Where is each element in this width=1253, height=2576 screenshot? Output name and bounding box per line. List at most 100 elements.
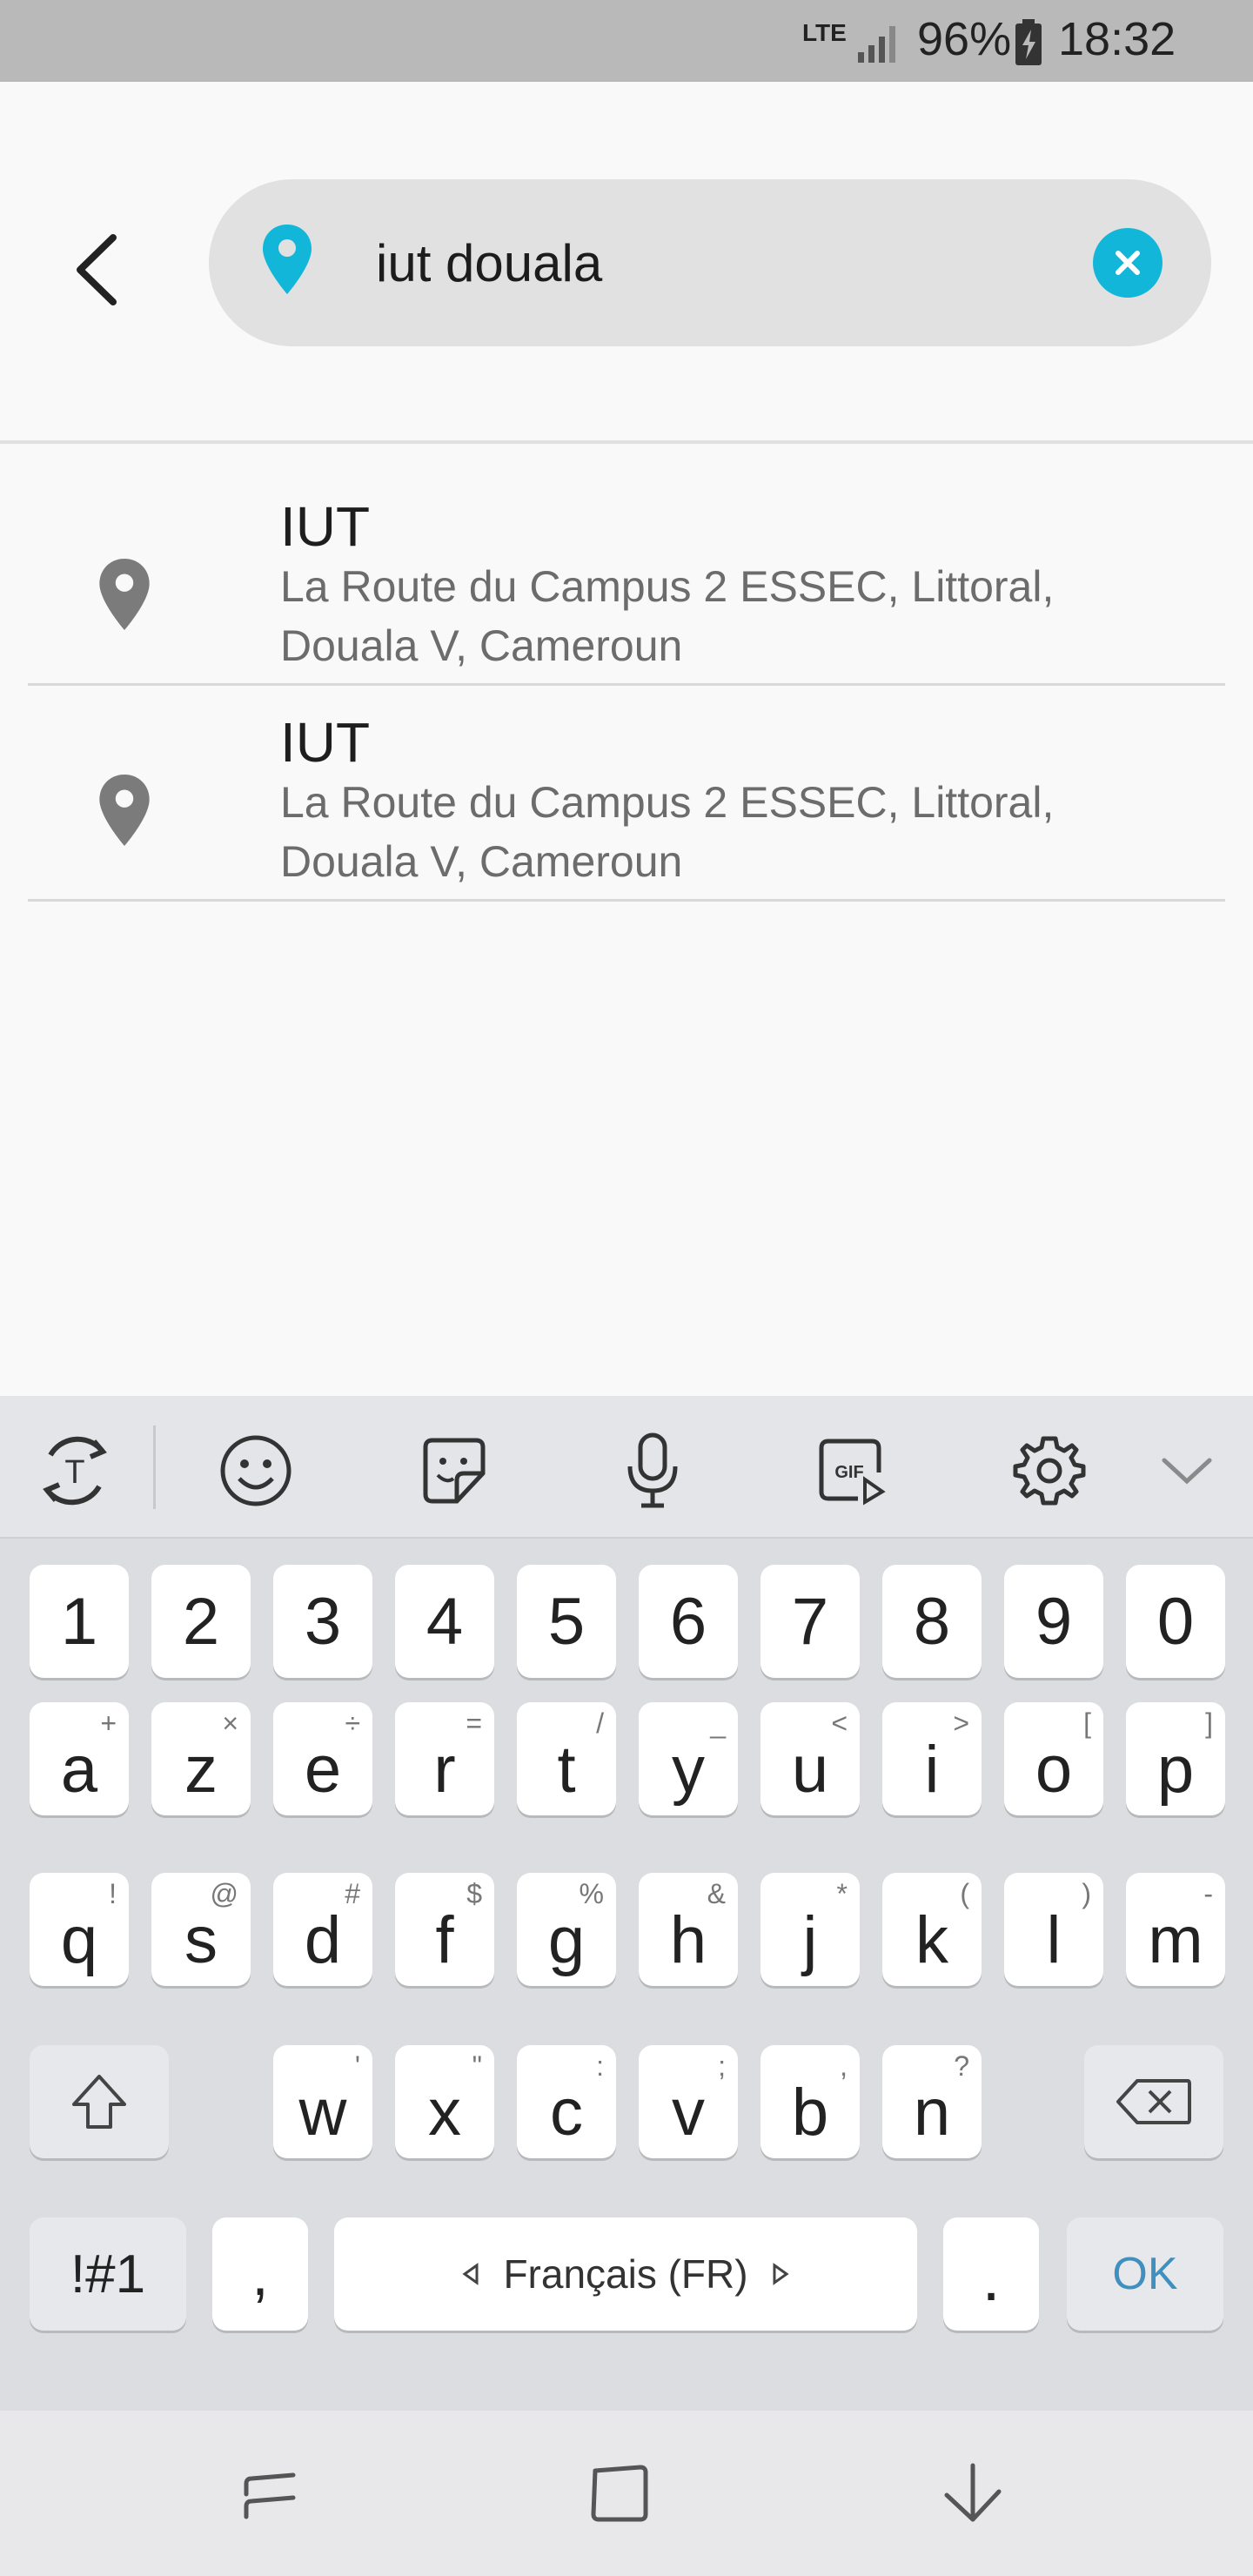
key-n[interactable]: ? n	[882, 2045, 982, 2158]
key-label: r	[433, 1732, 456, 1807]
emoji-icon	[220, 1435, 291, 1506]
key-label: w	[298, 2075, 347, 2150]
result-item[interactable]: IUT La Route du Campus 2 ESSEC, Littoral…	[28, 686, 1225, 902]
sticker-icon	[423, 1438, 486, 1504]
clock: 18:32	[1058, 13, 1176, 65]
key-y[interactable]: _ y	[639, 1702, 738, 1815]
translate-icon: T	[43, 1436, 107, 1506]
key-0[interactable]: 0	[1126, 1565, 1225, 1678]
key-o[interactable]: [o	[1004, 1702, 1103, 1815]
key-g[interactable]: % g	[517, 1873, 616, 1986]
result-title: IUT	[280, 711, 371, 774]
key-8[interactable]: 8	[882, 1565, 982, 1678]
key-t[interactable]: / t	[517, 1702, 616, 1815]
search-bar[interactable]	[209, 179, 1211, 346]
key-label: 5	[547, 1584, 586, 1659]
key-6[interactable]: 6	[639, 1565, 738, 1678]
key-secondary-label: *	[836, 1878, 848, 1909]
backspace-key[interactable]	[1084, 2045, 1223, 2158]
key-9[interactable]: 9	[1004, 1565, 1103, 1678]
emoji-button[interactable]	[212, 1427, 299, 1514]
key-x[interactable]: " x	[395, 2045, 494, 2158]
key-label: 9	[1035, 1584, 1073, 1659]
result-address: La Route du Campus 2 ESSEC, Littoral, Do…	[280, 557, 1185, 675]
key-u[interactable]: < u	[761, 1702, 860, 1815]
settings-button[interactable]	[1006, 1427, 1093, 1514]
key-label: m	[1148, 1902, 1203, 1977]
period-key[interactable]: .	[943, 2217, 1039, 2331]
collapse-keyboard-button[interactable]	[1143, 1427, 1230, 1514]
key-label: k	[915, 1902, 948, 1977]
key-l[interactable]: ) l	[1004, 1873, 1103, 1986]
translate-button[interactable]: T	[31, 1427, 118, 1514]
key-e[interactable]: ÷ e	[273, 1702, 372, 1815]
key-h[interactable]: & h	[639, 1873, 738, 1986]
key-label: j	[802, 1902, 818, 1977]
result-item[interactable]: IUT La Route du Campus 2 ESSEC, Littoral…	[28, 470, 1225, 686]
key-label: h	[669, 1902, 707, 1977]
key-s[interactable]: @ s	[151, 1873, 251, 1986]
back-nav-button[interactable]	[919, 2445, 1023, 2541]
key-j[interactable]: * j	[761, 1873, 860, 1986]
home-button[interactable]	[567, 2445, 672, 2541]
result-address-line1: La Route du Campus 2 ESSEC, Littoral,	[280, 562, 1055, 611]
key-secondary-label: ]	[1205, 1707, 1213, 1739]
key-5[interactable]: 5	[517, 1565, 616, 1678]
location-pin-icon	[99, 559, 150, 630]
key-label: t	[557, 1732, 576, 1807]
key-k[interactable]: (k	[882, 1873, 982, 1986]
sticker-button[interactable]	[411, 1427, 498, 1514]
key-label: d	[304, 1902, 342, 1977]
key-p[interactable]: ] p	[1126, 1702, 1225, 1815]
key-d[interactable]: # d	[273, 1873, 372, 1986]
search-input[interactable]	[376, 230, 1072, 296]
shift-icon	[72, 2075, 126, 2129]
recents-button[interactable]	[218, 2445, 322, 2541]
key-secondary-label: $	[466, 1878, 482, 1909]
key-f[interactable]: $ f	[395, 1873, 494, 1986]
key-label: 7	[791, 1584, 829, 1659]
key-1[interactable]: 1	[30, 1565, 129, 1678]
key-v[interactable]: ; v	[639, 2045, 738, 2158]
key-b[interactable]: ,b	[761, 2045, 860, 2158]
key-label: o	[1035, 1732, 1073, 1807]
ok-key[interactable]: OK	[1067, 2217, 1223, 2331]
key-m[interactable]: -m	[1126, 1873, 1225, 1986]
space-key[interactable]: Français (FR)	[334, 2217, 917, 2331]
key-label: y	[672, 1732, 705, 1807]
key-label: s	[184, 1902, 218, 1977]
clear-button[interactable]	[1093, 228, 1163, 298]
key-label: e	[304, 1732, 342, 1807]
location-pin-icon	[99, 775, 150, 846]
key-i[interactable]: > i	[882, 1702, 982, 1815]
shift-key[interactable]	[30, 2045, 169, 2158]
key-label: b	[791, 2075, 829, 2150]
key-q[interactable]: ! q	[30, 1873, 129, 1986]
collapse-icon	[1162, 1458, 1212, 1485]
keyboard-toolbar: T GIF	[0, 1396, 1253, 1539]
key-r[interactable]: = r	[395, 1702, 494, 1815]
key-c[interactable]: :c	[517, 2045, 616, 2158]
key-label: ,	[251, 2240, 269, 2308]
key-7[interactable]: 7	[761, 1565, 860, 1678]
back-button[interactable]	[52, 218, 139, 322]
battery-percent: 96%	[917, 13, 1012, 65]
key-z[interactable]: × z	[151, 1702, 251, 1815]
key-a[interactable]: + a	[30, 1702, 129, 1815]
settings-icon	[1013, 1436, 1086, 1506]
microphone-button[interactable]	[609, 1427, 696, 1514]
backspace-icon	[1116, 2079, 1191, 2124]
keyboard: T GIF 1 2 3 4 5 6 7 8 9 0 + a × z ÷ e = …	[0, 1396, 1253, 2411]
comma-key[interactable]: ,	[212, 2217, 308, 2331]
key-4[interactable]: 4	[395, 1565, 494, 1678]
key-3[interactable]: 3	[273, 1565, 372, 1678]
key-secondary-label: (	[960, 1878, 969, 1909]
key-secondary-label: &	[707, 1878, 726, 1909]
gif-button[interactable]: GIF	[807, 1427, 895, 1514]
key-secondary-label: [	[1083, 1707, 1091, 1739]
result-address: La Route du Campus 2 ESSEC, Littoral, Do…	[280, 773, 1185, 891]
key-label: 4	[425, 1584, 464, 1659]
key-w[interactable]: ' w	[273, 2045, 372, 2158]
symbols-key[interactable]: !#1	[30, 2217, 186, 2331]
key-2[interactable]: 2	[151, 1565, 251, 1678]
